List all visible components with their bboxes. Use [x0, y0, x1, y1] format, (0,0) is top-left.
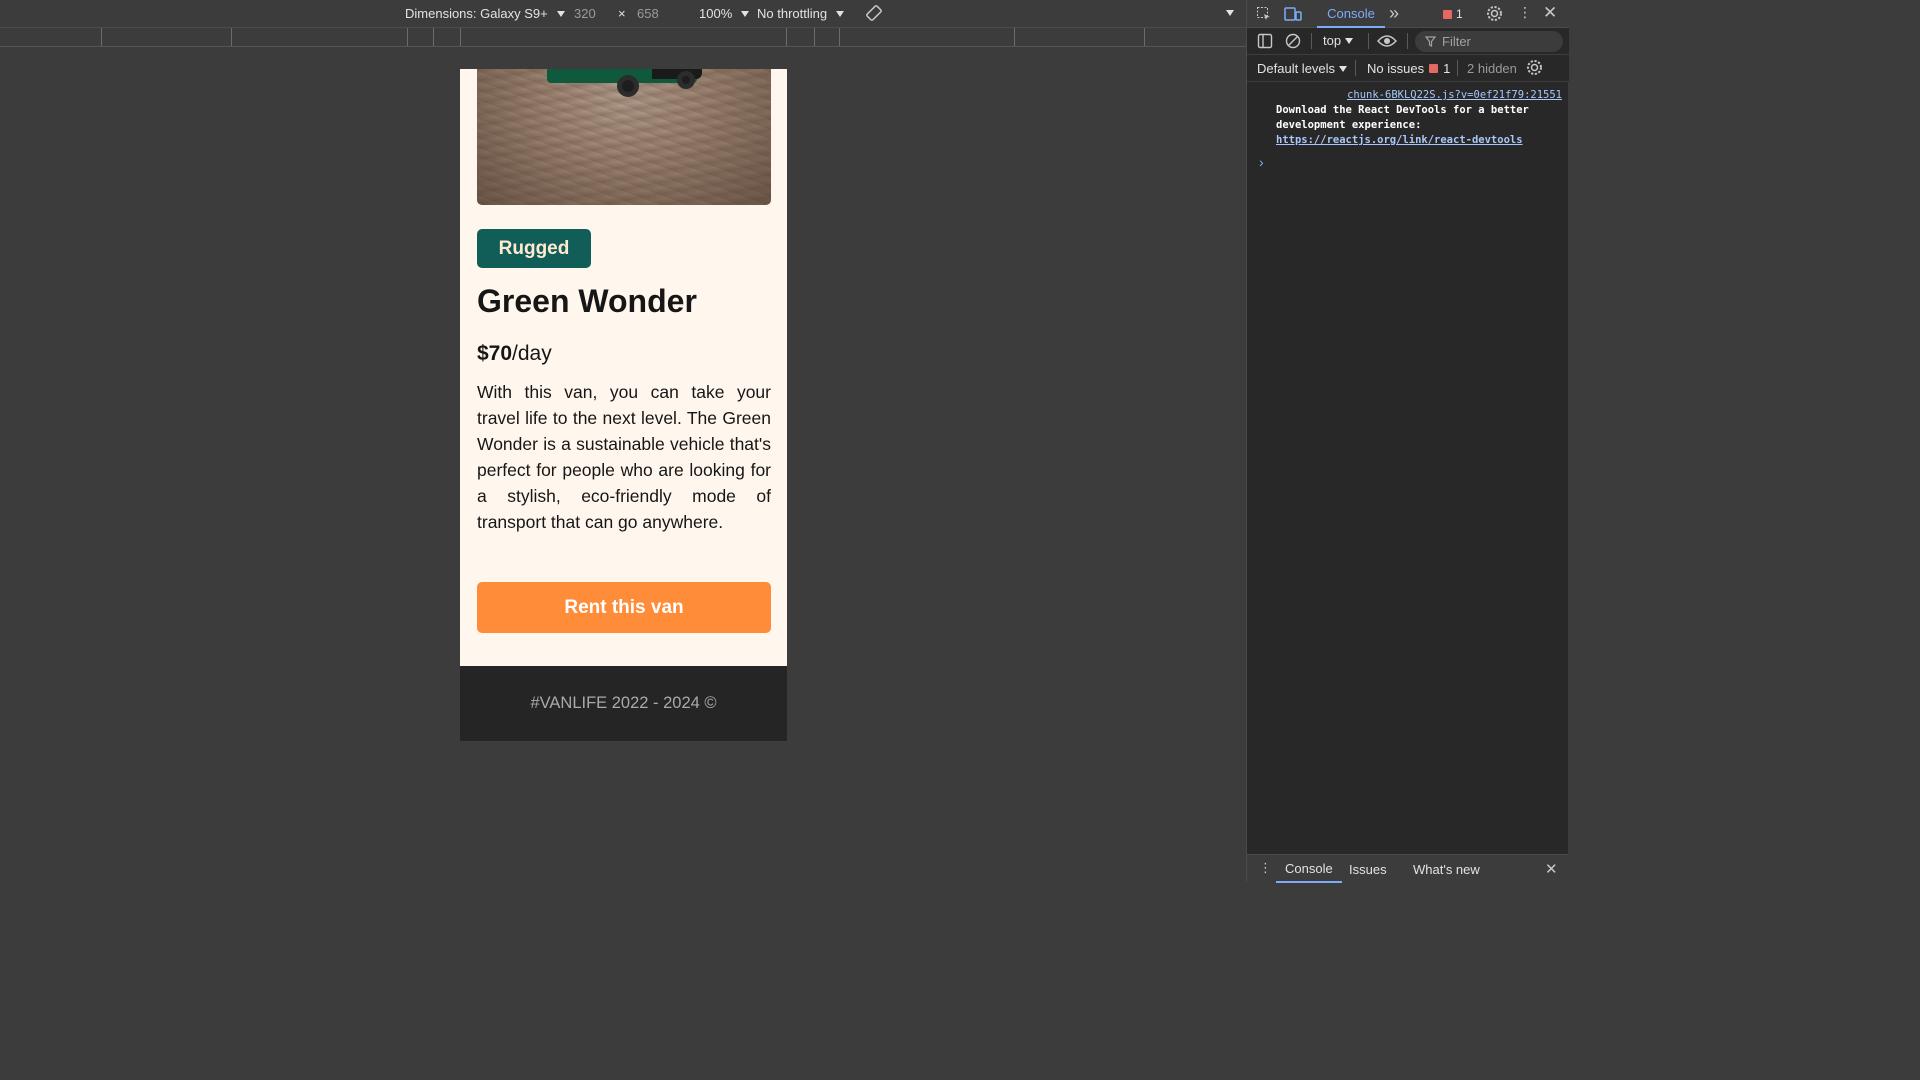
more-tabs-icon[interactable]: » — [1389, 3, 1399, 24]
chevron-down-icon — [836, 10, 845, 17]
divider — [1311, 33, 1312, 49]
drawer-tab-label: What's new — [1413, 861, 1480, 877]
ruler-tick — [433, 28, 434, 46]
drawer-tab-issues[interactable]: Issues — [1349, 855, 1387, 883]
throttling-value: No throttling — [757, 6, 828, 21]
device-toolbar-toggle-icon[interactable] — [1284, 6, 1302, 25]
height-value: 658 — [637, 6, 659, 21]
hidden-count: 2 hidden — [1467, 61, 1517, 76]
issues-button[interactable]: No issues 1 — [1367, 61, 1450, 76]
zoom-value: 100% — [699, 6, 733, 21]
ruler-tick — [839, 28, 840, 46]
console-toolbar: top Filter — [1247, 28, 1569, 55]
ruler-tick — [786, 28, 787, 46]
height-input[interactable]: 658 — [637, 6, 659, 21]
issues-label: No issues — [1367, 61, 1425, 76]
price-amount: $70 — [477, 342, 513, 365]
context-select[interactable]: top — [1323, 33, 1354, 48]
rotate-icon — [866, 5, 882, 21]
times-sign: × — [618, 6, 626, 21]
chevron-down-icon — [741, 10, 750, 17]
drawer-tab-console[interactable]: Console — [1276, 855, 1342, 883]
message-text: Download the React DevTools for a better… — [1276, 104, 1529, 131]
chevron-down-icon — [556, 10, 565, 17]
error-count-badge[interactable]: 1 — [1443, 7, 1463, 21]
drawer-tab-label: Console — [1285, 860, 1333, 876]
drawer-close-icon[interactable]: ✕ — [1545, 860, 1558, 878]
devtools-tabbar: Console » 1 ⋮ ✕ — [1247, 0, 1569, 28]
console-settings-gear-icon[interactable] — [1526, 59, 1543, 79]
issues-count: 1 — [1443, 61, 1451, 76]
filter-icon — [1425, 36, 1436, 47]
ruler-tick — [814, 28, 815, 46]
price-unit: /day — [512, 342, 552, 365]
toolbar-menu-button[interactable] — [1222, 10, 1234, 16]
ruler-tick — [407, 28, 408, 46]
message-source-link[interactable]: chunk-6BKLQ22S.js?v=0ef21f79:21551 — [1276, 88, 1562, 103]
wheel-shape — [617, 75, 639, 97]
chevron-down-icon — [1226, 10, 1234, 16]
console-prompt[interactable]: › — [1259, 154, 1264, 170]
settings-gear-icon[interactable] — [1486, 5, 1503, 25]
devtools-drawer: ⋮ Console Issues What's new ✕ — [1247, 854, 1569, 883]
error-icon — [1443, 9, 1452, 19]
ruler-tick — [1014, 28, 1015, 46]
ruler-tick — [101, 28, 102, 46]
filter-placeholder: Filter — [1442, 34, 1471, 49]
sidebar-toggle-icon[interactable] — [1257, 33, 1273, 52]
divider — [1355, 60, 1356, 76]
van-title: Green Wonder — [477, 283, 697, 319]
rotate-button[interactable] — [865, 4, 883, 22]
page-footer: #VANLIFE 2022 - 2024 © — [460, 666, 787, 741]
inspect-element-icon[interactable] — [1256, 6, 1272, 25]
close-icon[interactable]: ✕ — [1543, 3, 1557, 23]
chevron-down-icon — [1339, 65, 1348, 72]
drawer-tab-whats-new[interactable]: What's new — [1413, 855, 1480, 883]
device-toolbar: Dimensions: Galaxy S9+ 320 × 658 100% No… — [0, 0, 1246, 28]
console-message: chunk-6BKLQ22S.js?v=0ef21f79:21551 Downl… — [1276, 88, 1562, 148]
van-description: With this van, you can take your travel … — [477, 382, 771, 532]
context-value: top — [1323, 33, 1342, 48]
ruler-tick — [1144, 28, 1145, 46]
van-type-badge: Rugged — [477, 229, 591, 268]
drawer-menu-icon[interactable]: ⋮ — [1259, 860, 1272, 876]
tab-console-label: Console — [1327, 5, 1375, 21]
device-select[interactable]: Dimensions: Galaxy S9+ — [405, 6, 565, 21]
issue-icon — [1429, 64, 1439, 73]
width-value: 320 — [574, 6, 596, 21]
kebab-menu-icon[interactable]: ⋮ — [1518, 4, 1532, 21]
console-levels-bar: Default levels No issues 1 2 hidden — [1247, 55, 1569, 82]
devtools-panel: Console » 1 ⋮ ✕ top Filter Default level… — [1246, 0, 1569, 883]
rent-van-button[interactable]: Rent this van — [477, 582, 771, 633]
divider — [1457, 60, 1458, 76]
divider — [1368, 33, 1369, 49]
drawer-tab-label: Issues — [1349, 861, 1387, 877]
device-dimensions-label: Dimensions: Galaxy S9+ — [405, 6, 548, 21]
divider — [1407, 33, 1408, 49]
live-expression-eye-icon[interactable] — [1377, 34, 1397, 51]
tab-console[interactable]: Console — [1317, 0, 1385, 28]
ruler-tick — [231, 28, 232, 46]
media-query-ruler[interactable] — [0, 28, 1246, 47]
times-glyph: × — [618, 6, 626, 21]
van-image — [477, 69, 771, 205]
device-viewport-area: Dimensions: Galaxy S9+ 320 × 658 100% No… — [0, 0, 1246, 882]
chevron-down-icon — [1345, 37, 1354, 44]
message-link[interactable]: https://reactjs.org/link/react-devtools — [1276, 134, 1523, 146]
clear-console-icon[interactable] — [1285, 33, 1301, 52]
levels-select[interactable]: Default levels — [1257, 61, 1348, 76]
throttling-select[interactable]: No throttling — [757, 6, 845, 21]
filter-input[interactable]: Filter — [1415, 31, 1563, 52]
wheel-shape — [677, 71, 695, 89]
levels-value: Default levels — [1257, 61, 1336, 76]
width-input[interactable]: 320 — [574, 6, 596, 21]
ruler-tick — [460, 28, 461, 46]
error-count: 1 — [1456, 7, 1463, 21]
zoom-select[interactable]: 100% — [699, 6, 750, 21]
van-price: $70/day — [477, 342, 552, 366]
